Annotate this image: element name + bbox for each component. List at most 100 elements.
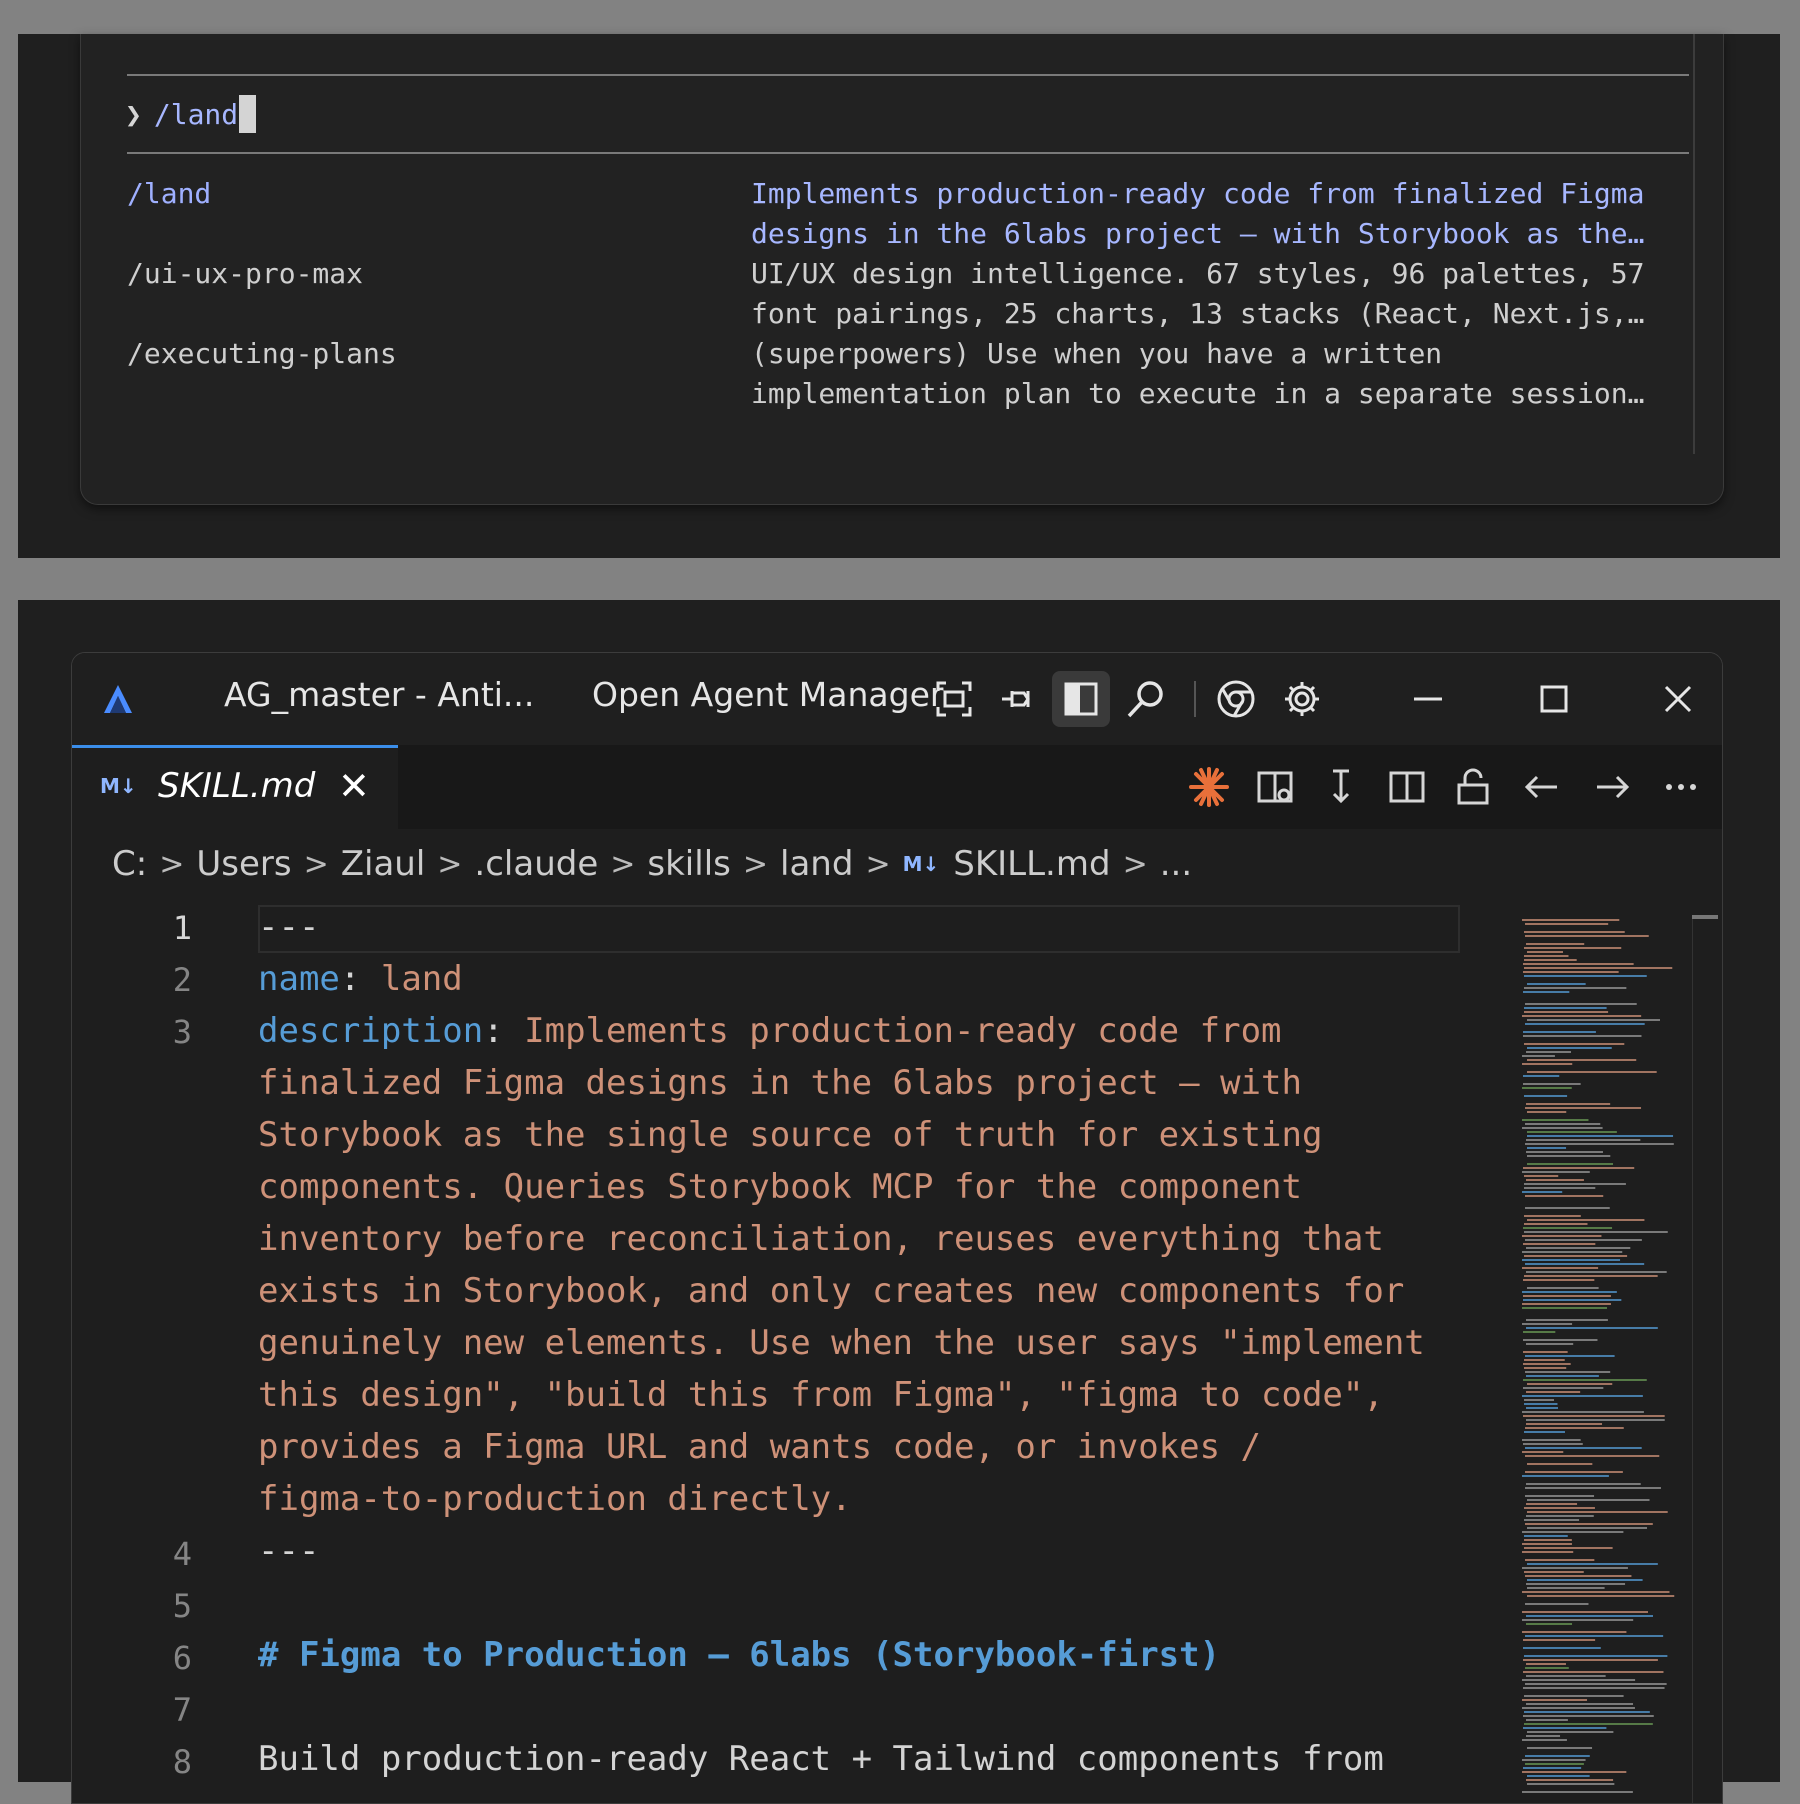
breadcrumb-item[interactable]: land — [780, 844, 853, 884]
close-icon[interactable] — [1654, 671, 1702, 727]
minimap-line — [1526, 1319, 1608, 1321]
chevron-right-icon: > — [159, 846, 185, 882]
tab-skill-md[interactable]: M↓ SKILL.md ✕ — [72, 745, 398, 829]
minimap-line — [1527, 1155, 1611, 1157]
breadcrumb-item[interactable]: skills — [647, 844, 730, 884]
arrow-left-icon[interactable] — [1516, 761, 1566, 813]
search-icon[interactable] — [1122, 671, 1170, 727]
minimap-line — [1522, 1551, 1574, 1553]
breadcrumb-file[interactable]: SKILL.md — [953, 844, 1110, 884]
breadcrumb-item[interactable]: Ziaul — [341, 844, 426, 884]
minimap-line — [1523, 1031, 1596, 1033]
minimap-line — [1522, 1055, 1555, 1057]
breadcrumb-item[interactable]: Users — [196, 844, 291, 884]
markdown-icon: M↓ — [902, 852, 940, 876]
minimize-icon[interactable] — [1404, 671, 1452, 727]
minimap-line — [1525, 935, 1649, 937]
minimap-line — [1526, 1151, 1603, 1153]
code-wrap-line: finalized Figma designs in the 6labs pro… — [258, 1063, 1302, 1103]
minimap-line — [1523, 1415, 1665, 1417]
minimap-line — [1523, 1227, 1613, 1229]
minimap-line — [1524, 1695, 1624, 1697]
minimap-line — [1523, 1295, 1611, 1297]
minimap[interactable] — [1516, 915, 1676, 1803]
arrow-down-to-line-icon[interactable] — [1316, 761, 1366, 813]
minimap-line — [1524, 1255, 1628, 1257]
code-editor[interactable]: 1 2 3 4 5 6 7 8 --- name: land descripti… — [72, 903, 1492, 1803]
minimap-line — [1523, 1687, 1665, 1689]
minimap-line — [1525, 1763, 1584, 1765]
minimap-line — [1527, 1511, 1668, 1513]
minimap-line — [1525, 1523, 1653, 1525]
minimap-line — [1523, 1299, 1622, 1301]
command-input[interactable]: ❯ /land — [125, 94, 257, 134]
minimap-line — [1522, 1259, 1621, 1261]
minimap-line — [1524, 959, 1577, 961]
breadcrumb-item[interactable]: C: — [112, 844, 147, 884]
minimap-line — [1527, 1499, 1650, 1501]
minimap-line — [1523, 1659, 1658, 1661]
open-agent-manager-button[interactable]: Open Agent Manager — [592, 675, 943, 714]
focus-frame-icon[interactable] — [930, 671, 978, 727]
minimap-line — [1525, 1003, 1637, 1005]
minimap-line — [1522, 1291, 1617, 1293]
minimap-line — [1523, 1339, 1598, 1341]
minimap-line — [1523, 1715, 1654, 1717]
minimap-line — [1524, 1539, 1572, 1541]
minimap-line — [1523, 1167, 1635, 1169]
minimap-line — [1526, 1735, 1561, 1737]
gear-icon[interactable] — [1278, 671, 1326, 727]
divider — [127, 152, 1689, 154]
minimap-line — [1524, 1655, 1668, 1657]
minimap-line — [1523, 963, 1634, 965]
minimap-line — [1527, 983, 1586, 985]
chrome-icon[interactable] — [1212, 671, 1260, 727]
minimap-line — [1523, 971, 1619, 973]
terminal-window: ❯ /land /land Implements production-read… — [80, 34, 1724, 505]
claude-icon[interactable] — [1184, 761, 1234, 813]
maximize-icon[interactable] — [1530, 671, 1578, 727]
minimap-line — [1522, 1439, 1581, 1441]
unlock-icon[interactable] — [1448, 761, 1498, 813]
minimap-line — [1524, 1095, 1568, 1097]
minimap-line — [1525, 1635, 1664, 1637]
minimap-line — [1524, 1223, 1588, 1225]
minimap-line — [1526, 1247, 1631, 1249]
minimap-line — [1522, 1707, 1635, 1709]
scrollbar-thumb[interactable] — [1692, 915, 1718, 919]
window-title: AG_master - Anti... — [224, 675, 535, 714]
tab-close-icon[interactable]: ✕ — [338, 764, 370, 808]
split-preview-icon[interactable] — [1250, 761, 1300, 813]
minimap-line — [1522, 1679, 1636, 1681]
pin-icon[interactable] — [994, 671, 1042, 727]
minimap-line — [1524, 1187, 1596, 1189]
minimap-line — [1527, 951, 1564, 953]
minimap-line — [1522, 1631, 1627, 1633]
minimap-line — [1522, 1191, 1563, 1193]
markdown-icon: M↓ — [100, 774, 137, 798]
code-wrap-line: this design", "build this from Figma", "… — [258, 1375, 1384, 1415]
breadcrumb-item[interactable]: .claude — [474, 844, 598, 884]
command-name: /executing-plans — [127, 337, 397, 370]
minimap-line — [1524, 1215, 1581, 1217]
arrow-right-icon[interactable] — [1588, 761, 1638, 813]
command-name: /ui-ux-pro-max — [127, 257, 364, 290]
more-icon[interactable] — [1656, 761, 1706, 813]
minimap-line — [1523, 1351, 1568, 1353]
minimap-line — [1523, 1035, 1642, 1037]
code-wrap-line: figma-to-production directly. — [258, 1479, 852, 1519]
minimap-line — [1523, 1647, 1601, 1649]
yaml-value: Implements production-ready code from — [524, 1011, 1282, 1051]
app-logo-icon — [94, 671, 142, 727]
split-editor-icon[interactable] — [1382, 761, 1432, 813]
command-input-value: /land — [153, 97, 239, 131]
minimap-line — [1522, 1759, 1586, 1761]
minimap-line — [1525, 1683, 1667, 1685]
layout-toggle-icon[interactable] — [1052, 671, 1110, 727]
minimap-line — [1522, 1475, 1609, 1477]
code-line-3: description: Implements production-ready… — [258, 1011, 1282, 1051]
scrollbar-track[interactable] — [1692, 919, 1693, 1803]
breadcrumb-more[interactable]: ... — [1160, 844, 1192, 884]
minimap-line — [1522, 1611, 1648, 1613]
minimap-line — [1524, 955, 1569, 957]
